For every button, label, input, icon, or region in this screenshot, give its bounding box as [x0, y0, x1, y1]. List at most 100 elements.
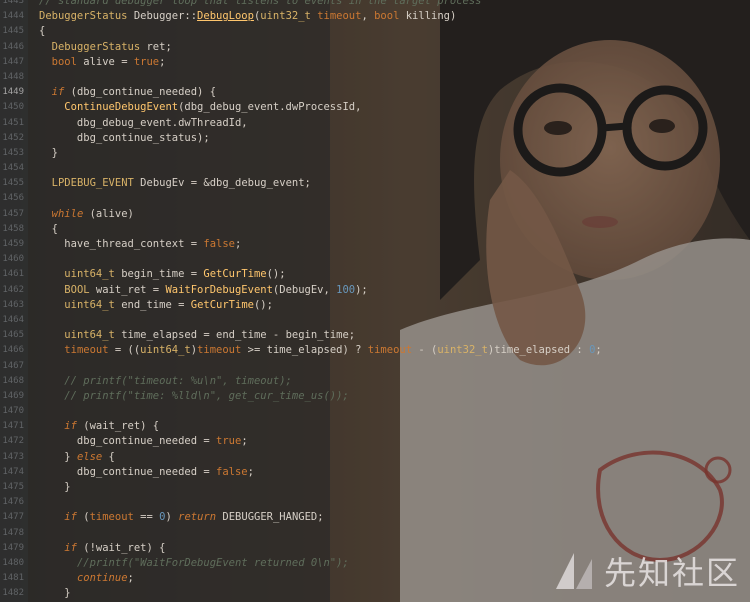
code-text[interactable]: if (!wait_ret) { [39, 541, 165, 556]
code-line[interactable]: 1450 ContinueDebugEvent(dbg_debug_event.… [0, 100, 750, 115]
code-line[interactable]: 1443 // standard debugger loop that liste… [0, 0, 750, 9]
line-number[interactable]: 1471 [0, 419, 24, 434]
code-line[interactable]: 1473 } else { [0, 450, 750, 465]
line-number[interactable]: 1461 [0, 267, 24, 282]
code-text[interactable]: LPDEBUG_EVENT DebugEv = &dbg_debug_event… [39, 176, 311, 191]
line-number[interactable]: 1451 [0, 116, 24, 131]
line-number[interactable]: 1452 [0, 131, 24, 146]
code-text[interactable]: continue; [39, 571, 134, 586]
line-number[interactable]: 1450 [0, 100, 24, 115]
line-number[interactable]: 1443 [0, 0, 24, 9]
code-text[interactable]: DebuggerStatus Debugger::DebugLoop(uint3… [39, 9, 456, 24]
line-number[interactable]: 1447 [0, 55, 24, 70]
code-text[interactable]: // standard debugger loop that listens t… [39, 0, 482, 9]
code-line[interactable]: 1477 if (timeout == 0) return DEBUGGER_H… [0, 510, 750, 525]
line-number[interactable]: 1459 [0, 237, 24, 252]
line-number[interactable]: 1466 [0, 343, 24, 358]
code-line[interactable]: 1471 if (wait_ret) { [0, 419, 750, 434]
code-line[interactable]: 1457 while (alive) [0, 207, 750, 222]
line-number[interactable]: 1444 [0, 9, 24, 24]
code-line[interactable]: 1454 [0, 161, 750, 176]
code-line[interactable]: 1475 } [0, 480, 750, 495]
code-text[interactable]: } else { [39, 450, 115, 465]
code-text[interactable]: uint64_t end_time = GetCurTime(); [39, 298, 273, 313]
line-number[interactable]: 1463 [0, 298, 24, 313]
code-text[interactable]: BOOL wait_ret = WaitForDebugEvent(DebugE… [39, 283, 367, 298]
code-line[interactable]: 1472 dbg_continue_needed = true; [0, 434, 750, 449]
code-text[interactable]: } [39, 480, 70, 495]
code-text[interactable]: { [39, 222, 58, 237]
code-text[interactable]: //printf("WaitForDebugEvent returned 0\n… [39, 556, 349, 571]
line-number[interactable]: 1469 [0, 389, 24, 404]
code-text[interactable]: timeout = ((uint64_t)timeout >= time_ela… [39, 343, 601, 358]
line-number[interactable]: 1465 [0, 328, 24, 343]
line-number[interactable]: 1474 [0, 465, 24, 480]
code-line[interactable]: 1459 have_thread_context = false; [0, 237, 750, 252]
code-line[interactable]: 1468 // printf("timeout: %u\n", timeout)… [0, 374, 750, 389]
line-number[interactable]: 1475 [0, 480, 24, 495]
code-text[interactable]: if (dbg_continue_needed) { [39, 85, 216, 100]
code-line[interactable]: 1453 } [0, 146, 750, 161]
code-line[interactable]: 1449 if (dbg_continue_needed) { [0, 85, 750, 100]
code-line[interactable]: 1448 [0, 70, 750, 85]
line-number[interactable]: 1479 [0, 541, 24, 556]
code-text[interactable]: have_thread_context = false; [39, 237, 241, 252]
code-line[interactable]: 1467 [0, 359, 750, 374]
line-number[interactable]: 1477 [0, 510, 24, 525]
code-text[interactable]: ContinueDebugEvent(dbg_debug_event.dwPro… [39, 100, 361, 115]
code-line[interactable]: 1452 dbg_continue_status); [0, 131, 750, 146]
code-line[interactable]: 1463 uint64_t end_time = GetCurTime(); [0, 298, 750, 313]
line-number[interactable]: 1454 [0, 161, 24, 176]
code-text[interactable]: while (alive) [39, 207, 134, 222]
code-text[interactable]: // printf("time: %lld\n", get_cur_time_u… [39, 389, 348, 404]
code-text[interactable]: dbg_continue_needed = false; [39, 465, 254, 480]
code-text[interactable]: if (timeout == 0) return DEBUGGER_HANGED… [39, 510, 323, 525]
code-text[interactable]: uint64_t time_elapsed = end_time - begin… [39, 328, 355, 343]
code-line[interactable]: 1451 dbg_debug_event.dwThreadId, [0, 116, 750, 131]
line-number[interactable]: 1468 [0, 374, 24, 389]
code-text[interactable]: bool alive = true; [39, 55, 166, 70]
line-number[interactable]: 1470 [0, 404, 24, 419]
line-number[interactable]: 1448 [0, 70, 24, 85]
code-text[interactable]: dbg_debug_event.dwThreadId, [39, 116, 248, 131]
line-number[interactable]: 1460 [0, 252, 24, 267]
code-line[interactable]: 1478 [0, 526, 750, 541]
code-line[interactable]: 1458 { [0, 222, 750, 237]
code-line[interactable]: 1462 BOOL wait_ret = WaitForDebugEvent(D… [0, 283, 750, 298]
line-number[interactable]: 1476 [0, 495, 24, 510]
code-line[interactable]: 1476 [0, 495, 750, 510]
line-number[interactable]: 1481 [0, 571, 24, 586]
code-line[interactable]: 1444 DebuggerStatus Debugger::DebugLoop(u… [0, 9, 750, 24]
code-line[interactable]: 1455 LPDEBUG_EVENT DebugEv = &dbg_debug_… [0, 176, 750, 191]
line-number[interactable]: 1458 [0, 222, 24, 237]
code-editor[interactable]: 1443 // standard debugger loop that liste… [0, 0, 750, 602]
line-number[interactable]: 1473 [0, 450, 24, 465]
code-text[interactable]: dbg_continue_status); [39, 131, 210, 146]
line-number[interactable]: 1455 [0, 176, 24, 191]
code-text[interactable]: DebuggerStatus ret; [39, 40, 172, 55]
code-text[interactable]: // printf("timeout: %u\n", timeout); [39, 374, 292, 389]
code-text[interactable]: { [39, 24, 45, 39]
line-number[interactable]: 1482 [0, 586, 24, 601]
code-text[interactable]: if (wait_ret) { [39, 419, 159, 434]
code-line[interactable]: 1461 uint64_t begin_time = GetCurTime(); [0, 267, 750, 282]
code-line[interactable]: 1466 timeout = ((uint64_t)timeout >= tim… [0, 343, 750, 358]
code-text[interactable]: uint64_t begin_time = GetCurTime(); [39, 267, 285, 282]
line-number[interactable]: 1480 [0, 556, 24, 571]
code-line[interactable]: 1464 [0, 313, 750, 328]
code-line[interactable]: 1465 uint64_t time_elapsed = end_time - … [0, 328, 750, 343]
code-line[interactable]: 1456 [0, 191, 750, 206]
line-number[interactable]: 1453 [0, 146, 24, 161]
code-line[interactable]: 1445 { [0, 24, 750, 39]
line-number[interactable]: 1464 [0, 313, 24, 328]
code-line[interactable]: 1460 [0, 252, 750, 267]
code-line[interactable]: 1447 bool alive = true; [0, 55, 750, 70]
line-number[interactable]: 1445 [0, 24, 24, 39]
code-text[interactable]: } [39, 586, 70, 601]
code-line[interactable]: 1470 [0, 404, 750, 419]
code-text[interactable]: } [39, 146, 58, 161]
line-number[interactable]: 1462 [0, 283, 24, 298]
line-number[interactable]: 1457 [0, 207, 24, 222]
line-number[interactable]: 1478 [0, 526, 24, 541]
code-text[interactable]: dbg_continue_needed = true; [39, 434, 248, 449]
